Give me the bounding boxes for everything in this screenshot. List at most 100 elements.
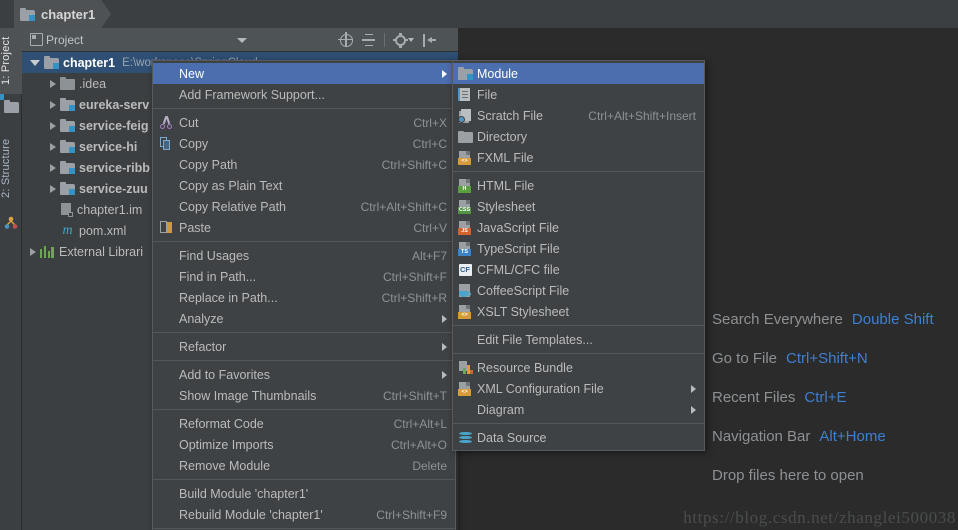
iml-file-icon <box>60 203 73 217</box>
collapse-all-icon[interactable] <box>362 34 375 47</box>
menu-item-paste[interactable]: Paste Ctrl+V <box>153 217 455 238</box>
gear-icon[interactable] <box>394 34 414 47</box>
chevron-right-icon[interactable] <box>50 122 56 130</box>
menu-item-shortcut: Ctrl+Alt+L <box>378 417 447 431</box>
menu-separator <box>453 423 704 424</box>
sidebar-item-label: 1: Project <box>0 37 12 85</box>
submenu-item-javascript-file[interactable]: JS JavaScript File <box>453 217 704 238</box>
menu-separator <box>153 360 455 361</box>
badge-label: H <box>458 186 471 193</box>
submenu-item-label: Data Source <box>477 431 696 445</box>
menu-item-find-in-path[interactable]: Find in Path... Ctrl+Shift+F <box>153 266 455 287</box>
submenu-item-stylesheet[interactable]: CSS Stylesheet <box>453 196 704 217</box>
structure-icon <box>4 216 18 230</box>
cfml-file-icon: CF <box>453 263 477 277</box>
submenu-item-label: Module <box>477 67 696 81</box>
sidebar-item-structure[interactable]: 2: Structure <box>0 126 22 210</box>
menu-separator <box>153 332 455 333</box>
project-view-icon <box>30 33 43 46</box>
menu-item-copy[interactable]: Copy Ctrl+C <box>153 133 455 154</box>
menu-item-label: Reformat Code <box>179 417 378 431</box>
menu-item-refactor[interactable]: Refactor <box>153 336 455 357</box>
chevron-down-icon[interactable] <box>30 60 40 66</box>
context-menu: New Add Framework Support... Cut Ctrl+X … <box>152 60 456 530</box>
menu-item-shortcut: Ctrl+Shift+T <box>367 389 447 403</box>
menu-item-new[interactable]: New <box>153 63 455 84</box>
submenu-item-module[interactable]: Module <box>453 63 704 84</box>
chevron-down-icon[interactable] <box>237 38 247 43</box>
menu-item-label: Add Framework Support... <box>179 88 447 102</box>
menu-item-rebuild-module[interactable]: Rebuild Module 'chapter1' Ctrl+Shift+F9 <box>153 504 455 525</box>
hide-icon[interactable] <box>423 34 436 47</box>
menu-item-show-image-thumbnails[interactable]: Show Image Thumbnails Ctrl+Shift+T <box>153 385 455 406</box>
menu-item-optimize-imports[interactable]: Optimize Imports Ctrl+Alt+O <box>153 434 455 455</box>
menu-item-label: Analyze <box>179 312 434 326</box>
coffeescript-file-icon <box>453 284 477 298</box>
menu-item-label: Find in Path... <box>179 270 367 284</box>
tree-node-label: External Librari <box>59 245 143 259</box>
menu-item-label: Copy as Plain Text <box>179 179 431 193</box>
menu-item-add-to-favorites[interactable]: Add to Favorites <box>153 364 455 385</box>
badge-label: JS <box>458 228 471 235</box>
chevron-right-icon <box>442 70 447 78</box>
chevron-right-icon[interactable] <box>50 185 56 193</box>
submenu-item-file[interactable]: File <box>453 84 704 105</box>
hint-shortcut: Ctrl+E <box>804 389 846 406</box>
menu-item-copy-as-plain-text[interactable]: Copy as Plain Text <box>153 175 455 196</box>
menu-separator <box>153 409 455 410</box>
submenu-item-label: JavaScript File <box>477 221 696 235</box>
menu-item-shortcut: Ctrl+Shift+C <box>366 158 447 172</box>
menu-item-remove-module[interactable]: Remove Module Delete <box>153 455 455 476</box>
menu-item-replace-in-path[interactable]: Replace in Path... Ctrl+Shift+R <box>153 287 455 308</box>
typescript-file-icon: TS <box>453 242 477 256</box>
chevron-right-icon[interactable] <box>50 101 56 109</box>
submenu-item-resource-bundle[interactable]: Resource Bundle <box>453 357 704 378</box>
locate-icon[interactable] <box>340 34 353 47</box>
chevron-right-icon[interactable] <box>50 143 56 151</box>
submenu-item-edit-file-templates[interactable]: Edit File Templates... <box>453 329 704 350</box>
chevron-right-icon[interactable] <box>30 248 36 256</box>
submenu-item-directory[interactable]: Directory <box>453 126 704 147</box>
menu-item-shortcut: Ctrl+C <box>397 137 447 151</box>
submenu-item-scratch-file[interactable]: Scratch File Ctrl+Alt+Shift+Insert <box>453 105 704 126</box>
submenu-item-data-source[interactable]: Data Source <box>453 427 704 448</box>
submenu-item-coffeescript-file[interactable]: CoffeeScript File <box>453 280 704 301</box>
tree-node-label: chapter1 <box>63 56 115 70</box>
menu-item-find-usages[interactable]: Find Usages Alt+F7 <box>153 245 455 266</box>
submenu-item-html-file[interactable]: H HTML File <box>453 175 704 196</box>
menu-item-copy-path[interactable]: Copy Path Ctrl+Shift+C <box>153 154 455 175</box>
paste-icon <box>153 221 179 234</box>
menu-item-copy-relative-path[interactable]: Copy Relative Path Ctrl+Alt+Shift+C <box>153 196 455 217</box>
chevron-right-icon[interactable] <box>50 164 56 172</box>
menu-item-add-framework-support[interactable]: Add Framework Support... <box>153 84 455 105</box>
breadcrumb-chapter1[interactable]: chapter1 <box>14 0 111 28</box>
menu-item-reformat-code[interactable]: Reformat Code Ctrl+Alt+L <box>153 413 455 434</box>
menu-separator <box>153 479 455 480</box>
menu-item-shortcut: Delete <box>396 459 447 473</box>
submenu-item-label: Resource Bundle <box>477 361 696 375</box>
menu-item-label: Cut <box>179 116 397 130</box>
css-file-icon: CSS <box>453 200 477 214</box>
chevron-right-icon[interactable] <box>50 80 56 88</box>
chevron-down-icon[interactable] <box>408 38 414 42</box>
menu-item-shortcut: Alt+F7 <box>396 249 447 263</box>
submenu-item-label: CoffeeScript File <box>477 284 696 298</box>
submenu-item-typescript-file[interactable]: TS TypeScript File <box>453 238 704 259</box>
menu-item-analyze[interactable]: Analyze <box>153 308 455 329</box>
submenu-item-fxml-file[interactable]: <> FXML File <box>453 147 704 168</box>
menu-item-cut[interactable]: Cut Ctrl+X <box>153 112 455 133</box>
sidebar-item-project[interactable]: 1: Project <box>0 28 22 94</box>
xml-config-file-icon: <> <box>453 382 477 396</box>
cut-icon <box>153 116 179 129</box>
badge-label: <> <box>458 312 471 319</box>
submenu-item-xml-configuration-file[interactable]: <> XML Configuration File <box>453 378 704 399</box>
tree-node-label: .idea <box>79 77 106 91</box>
badge-label: CSS <box>458 207 471 214</box>
watermark: https://blog.csdn.net/zhanglei500038 <box>683 508 956 528</box>
submenu-item-xslt-stylesheet[interactable]: <> XSLT Stylesheet <box>453 301 704 322</box>
menu-item-build-module[interactable]: Build Module 'chapter1' <box>153 483 455 504</box>
submenu-item-cfml-file[interactable]: CF CFML/CFC file <box>453 259 704 280</box>
submenu-item-diagram[interactable]: Diagram <box>453 399 704 420</box>
maven-m-icon: m <box>60 223 75 239</box>
tree-node-label: service-ribb <box>79 161 150 175</box>
